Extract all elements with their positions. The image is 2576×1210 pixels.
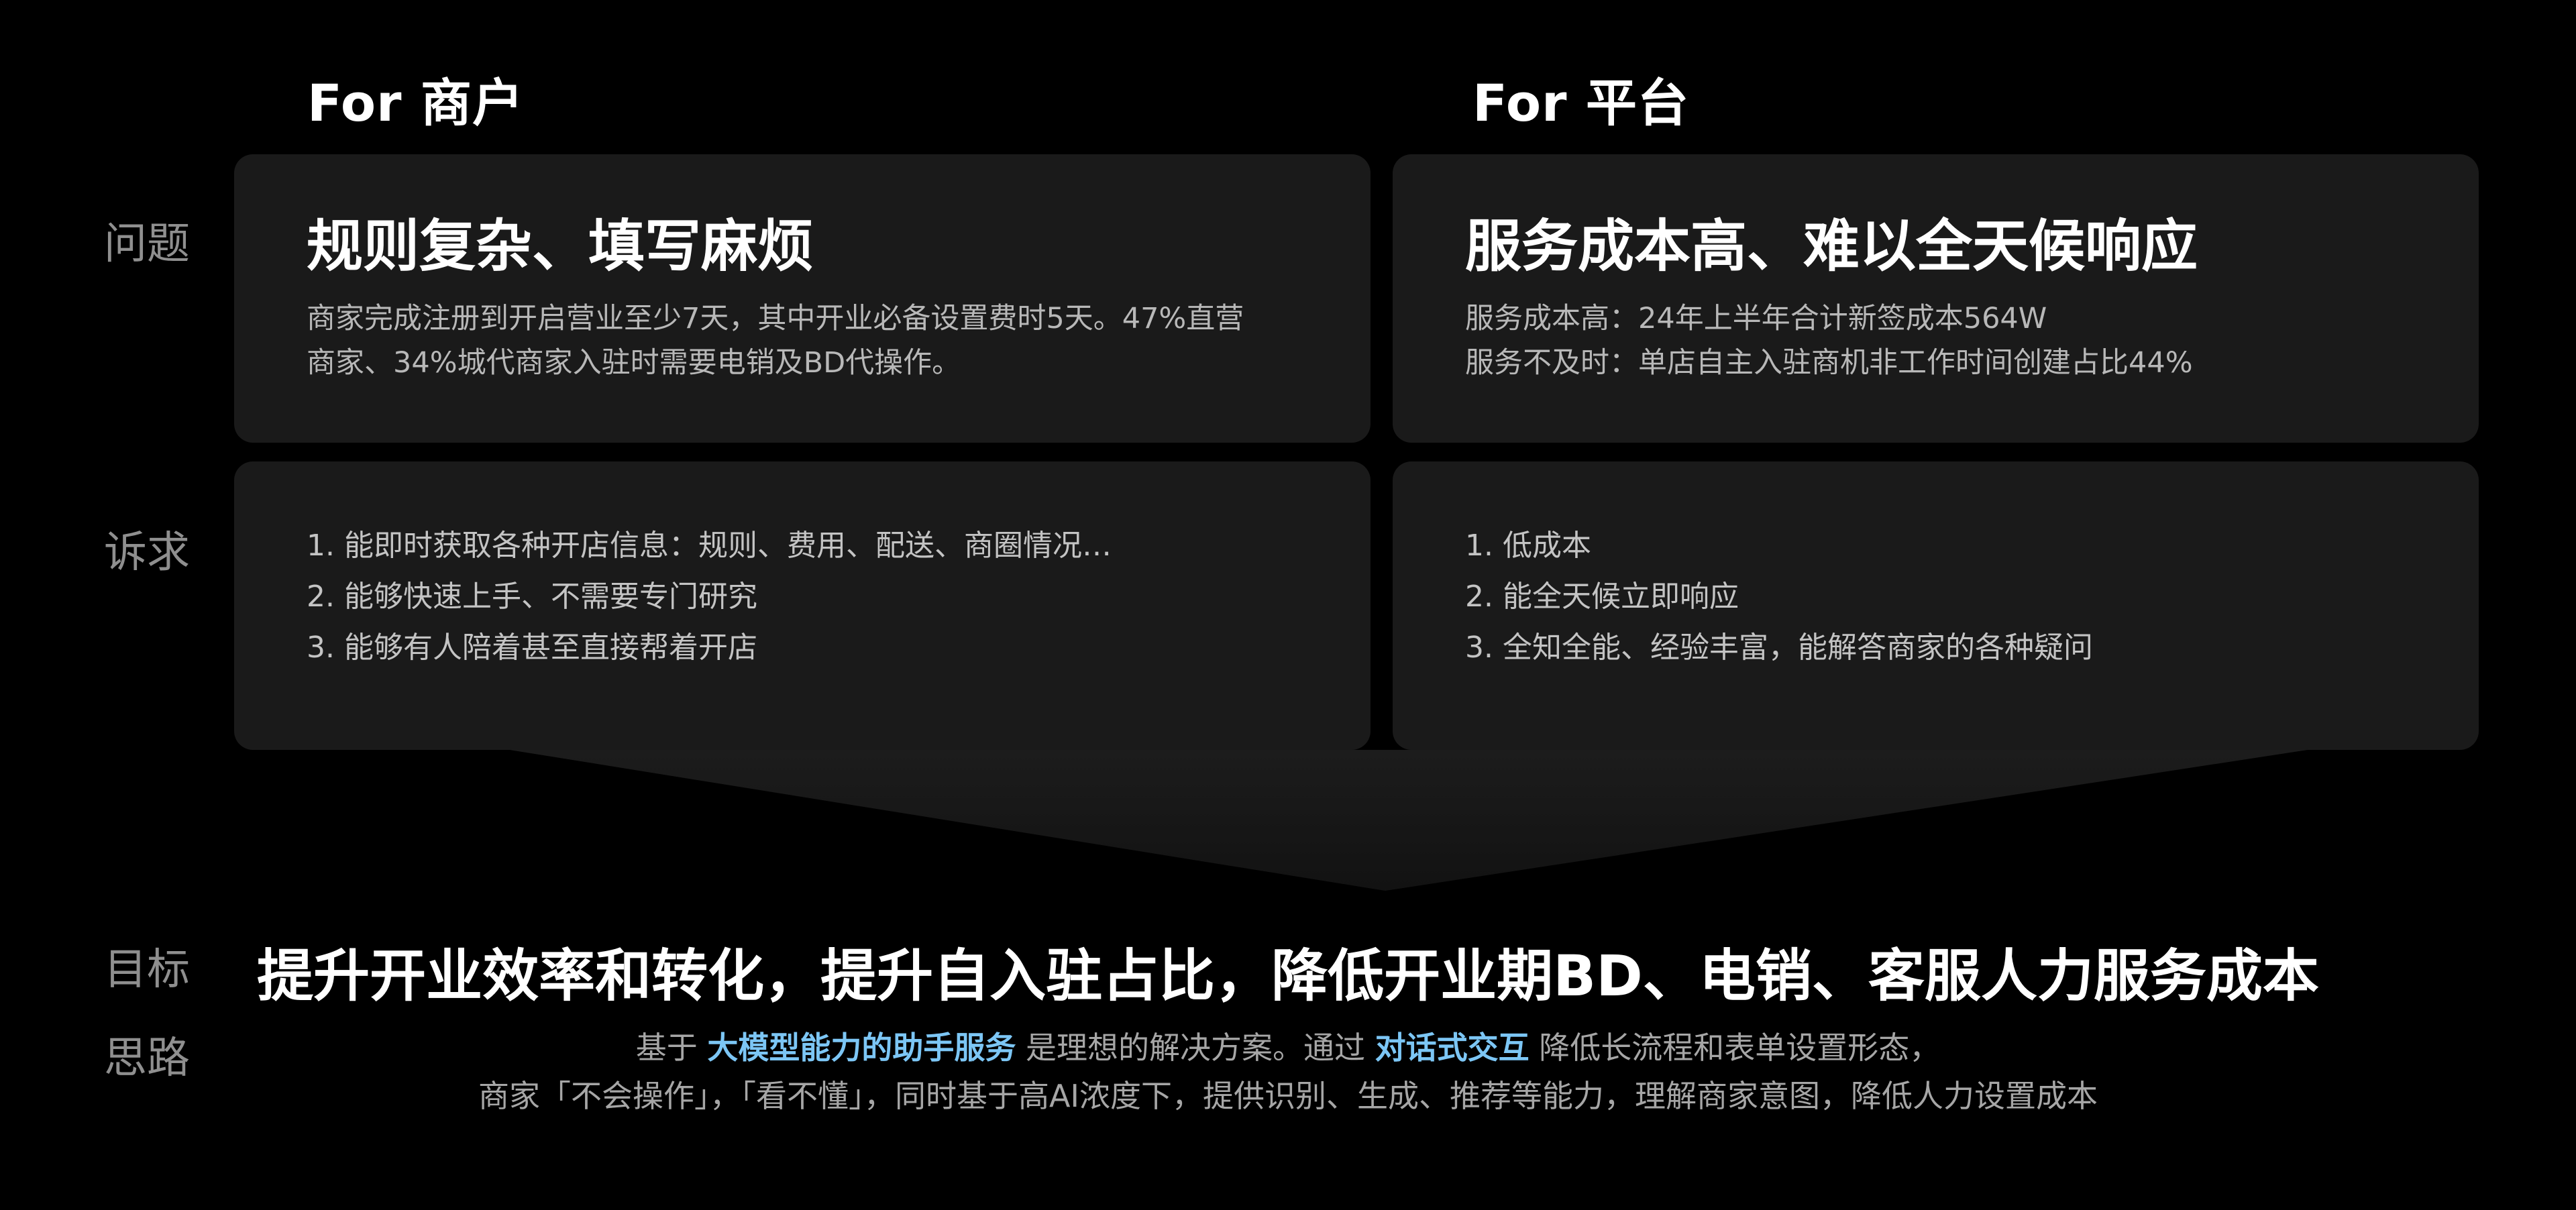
column-header-platform: For 平台 xyxy=(1472,73,1689,133)
approach-text: 基于 大模型能力的助手服务 是理想的解决方案。通过 对话式交互 降低长流程和表单… xyxy=(0,1024,2576,1120)
list-item: 2. 能全天候立即响应 xyxy=(1465,580,1739,614)
merchant-problem-card: 规则复杂、填写麻烦 商家完成注册到开启营业至少7天，其中开业必备设置费时5天。4… xyxy=(234,154,1371,443)
approach-line-1: 基于 大模型能力的助手服务 是理想的解决方案。通过 对话式交互 降低长流程和表单… xyxy=(0,1024,2576,1072)
column-header-merchant: For 商户 xyxy=(307,73,524,133)
list-item: 1. 低成本 xyxy=(1465,529,1591,563)
approach-text-segment: 是理想的解决方案。通过 xyxy=(1016,1030,1375,1066)
row-label-appeal: 诉求 xyxy=(104,528,190,578)
approach-highlight-assistant: 大模型能力的助手服务 xyxy=(707,1030,1016,1066)
list-item: 1. 能即时获取各种开店信息：规则、费用、配送、商圈情况… xyxy=(307,529,1112,563)
merchant-appeal-card: 1. 能即时获取各种开店信息：规则、费用、配送、商圈情况… 2. 能够快速上手、… xyxy=(234,461,1371,750)
approach-highlight-dialog: 对话式交互 xyxy=(1375,1030,1529,1066)
funnel-shape xyxy=(510,750,2308,891)
platform-problem-desc-line: 服务成本高：24年上半年合计新签成本564W xyxy=(1465,302,2047,335)
platform-problem-description: 服务成本高：24年上半年合计新签成本564W 服务不及时：单店自主入驻商机非工作… xyxy=(1465,296,2193,385)
goal-statement: 提升开业效率和转化，提升自入驻占比，降低开业期BD、电销、客服人力服务成本 xyxy=(257,943,2319,1009)
list-item: 3. 能够有人陪着甚至直接帮着开店 xyxy=(307,630,757,665)
list-item: 2. 能够快速上手、不需要专门研究 xyxy=(307,580,757,614)
merchant-problem-desc-line: 商家完成注册到开启营业至少7天，其中开业必备设置费时5天。47%直营 xyxy=(307,302,1244,335)
merchant-problem-desc-line: 商家、34%城代商家入驻时需要电销及BD代操作。 xyxy=(307,346,961,380)
approach-text-segment: 降低长流程和表单设置形态， xyxy=(1529,1030,1941,1066)
platform-problem-card: 服务成本高、难以全天候响应 服务成本高：24年上半年合计新签成本564W 服务不… xyxy=(1393,154,2479,443)
approach-line-2: 商家「不会操作」，「看不懂」，同时基于高AI浓度下，提供识别、生成、推荐等能力，… xyxy=(478,1078,2098,1114)
list-item: 3. 全知全能、经验丰富，能解答商家的各种疑问 xyxy=(1465,630,2093,665)
merchant-problem-description: 商家完成注册到开启营业至少7天，其中开业必备设置费时5天。47%直营 商家、34… xyxy=(307,296,1244,385)
row-label-problem: 问题 xyxy=(104,219,190,269)
merchant-appeal-list: 1. 能即时获取各种开店信息：规则、费用、配送、商圈情况… 2. 能够快速上手、… xyxy=(307,520,1112,673)
platform-problem-desc-line: 服务不及时：单店自主入驻商机非工作时间创建占比44% xyxy=(1465,346,2193,380)
platform-appeal-card: 1. 低成本 2. 能全天候立即响应 3. 全知全能、经验丰富，能解答商家的各种… xyxy=(1393,461,2479,750)
platform-problem-title: 服务成本高、难以全天候响应 xyxy=(1465,213,2198,279)
merchant-problem-title: 规则复杂、填写麻烦 xyxy=(307,213,814,279)
approach-text-segment: 基于 xyxy=(635,1030,708,1066)
platform-appeal-list: 1. 低成本 2. 能全天候立即响应 3. 全知全能、经验丰富，能解答商家的各种… xyxy=(1465,520,2093,673)
